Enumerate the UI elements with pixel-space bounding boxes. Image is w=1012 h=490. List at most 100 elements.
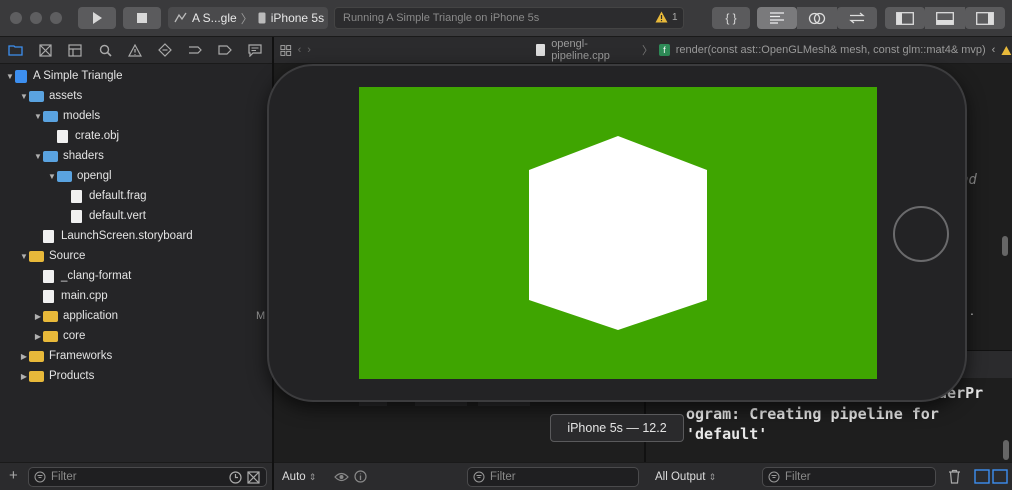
tab-report-navigator[interactable]	[240, 37, 270, 64]
navigator-item[interactable]: ▶ application M	[0, 306, 272, 326]
navigator-item[interactable]: ▼ shaders	[0, 146, 272, 166]
warning-indicator[interactable]: 1	[655, 11, 678, 23]
project-icon	[15, 69, 27, 83]
disclosure-closed-icon[interactable]: ▶	[19, 372, 29, 381]
jumpbar-warning-icon[interactable]	[1001, 45, 1012, 56]
editor-scrollbar-thumb[interactable]	[1002, 236, 1008, 256]
toggle-debug-area-button[interactable]	[925, 7, 965, 29]
navigator-item[interactable]: main.cpp	[0, 286, 272, 306]
navigator-filter-field[interactable]: Filter	[28, 467, 267, 487]
close-window-button[interactable]	[10, 12, 22, 24]
navigator-item[interactable]: ▼ A Simple Triangle	[0, 66, 272, 86]
console-filter-field[interactable]: Filter	[762, 467, 936, 487]
tab-source-control[interactable]	[30, 37, 60, 64]
disclosure-open-icon[interactable]: ▼	[33, 152, 43, 161]
variables-filter-field[interactable]: Filter	[467, 467, 639, 487]
zoom-window-button[interactable]	[50, 12, 62, 24]
tab-find-navigator[interactable]	[90, 37, 120, 64]
jumpbar-file-name[interactable]: opengl-pipeline.cpp	[551, 38, 636, 62]
navigator-item[interactable]: ▶ Products	[0, 366, 272, 386]
iphone-simulator-window	[267, 64, 967, 402]
back-icon[interactable]: ‹	[298, 44, 302, 56]
tab-test-navigator[interactable]	[150, 37, 180, 64]
device-phone-icon	[258, 12, 266, 24]
stop-button[interactable]	[123, 7, 161, 29]
auto-selector[interactable]: Auto ⇕	[282, 471, 316, 483]
eye-icon[interactable]	[334, 471, 349, 483]
filter-icon	[768, 471, 780, 483]
navigator-filter-placeholder: Filter	[51, 471, 77, 483]
jumpbar-back-icon[interactable]: ‹	[992, 44, 996, 56]
show-console-icon[interactable]	[992, 469, 1008, 484]
navigator-item-label: default.frag	[89, 190, 147, 202]
disclosure-open-icon[interactable]: ▼	[19, 92, 29, 101]
info-icon[interactable]	[354, 470, 367, 483]
jumpbar-function-name[interactable]: render(const ast::OpenGLMesh& mesh, cons…	[676, 44, 986, 56]
editor-text-dot: .	[970, 302, 974, 318]
navigator-item-label: core	[63, 330, 86, 342]
navigator-item-label: assets	[49, 90, 83, 102]
assistant-editor-button[interactable]	[797, 7, 837, 29]
forward-icon[interactable]: ›	[307, 44, 311, 56]
file-icon	[43, 289, 54, 303]
console-line: ogram: Creating pipeline for	[686, 405, 939, 423]
disclosure-open-icon[interactable]: ▼	[33, 112, 43, 121]
show-variables-icon[interactable]	[974, 469, 990, 484]
group-folder-icon	[29, 350, 44, 362]
folder-icon	[43, 150, 58, 162]
scheme-selector[interactable]: A S...gle 〉 iPhone 5s	[168, 7, 328, 29]
home-button[interactable]	[893, 206, 949, 262]
navigator-item[interactable]: ▼ Source	[0, 246, 272, 266]
navigator-item[interactable]: LaunchScreen.storyboard	[0, 226, 272, 246]
code-review-button[interactable]: { }	[712, 7, 750, 29]
folder-icon	[43, 110, 58, 122]
navigator-item[interactable]: ▶ core	[0, 326, 272, 346]
navigator-item[interactable]: ▼ opengl	[0, 166, 272, 186]
left-panel-icon	[896, 11, 914, 25]
recent-files-icon[interactable]	[229, 471, 242, 484]
source-editor[interactable]: nd .	[960, 64, 1012, 349]
folder-icon	[57, 170, 72, 182]
navigator-item[interactable]: ▼ models	[0, 106, 272, 126]
warning-icon	[655, 11, 668, 23]
version-editor-button[interactable]	[837, 7, 877, 29]
navigator-item-label: opengl	[77, 170, 112, 182]
activity-text: Running A Simple Triangle on iPhone 5s	[343, 12, 540, 24]
breakpoint-icon	[218, 45, 232, 55]
tab-debug-navigator[interactable]	[180, 37, 210, 64]
warning-outline-icon	[128, 43, 142, 57]
trash-icon[interactable]	[948, 469, 961, 484]
minimize-window-button[interactable]	[30, 12, 42, 24]
source-control-filter-icon[interactable]	[247, 471, 260, 484]
folder-outline-icon	[7, 45, 23, 56]
toggle-navigator-button[interactable]	[885, 7, 925, 29]
standard-editor-button[interactable]	[757, 7, 797, 29]
navigator-item[interactable]: ▶ Frameworks	[0, 346, 272, 366]
tab-breakpoint-navigator[interactable]	[210, 37, 240, 64]
toggle-inspector-button[interactable]	[965, 7, 1005, 29]
chevron-updown-icon: ⇕	[708, 472, 717, 482]
disclosure-open-icon[interactable]: ▼	[47, 172, 57, 181]
disclosure-closed-icon[interactable]: ▶	[19, 352, 29, 361]
navigator-item[interactable]: _clang-format	[0, 266, 272, 286]
add-icon[interactable]: +	[9, 467, 18, 484]
disclosure-closed-icon[interactable]: ▶	[33, 312, 43, 321]
navigator-item[interactable]: default.vert	[0, 206, 272, 226]
console-scrollbar-thumb[interactable]	[1003, 440, 1009, 460]
simulator-screen[interactable]	[359, 87, 877, 379]
tab-issue-navigator[interactable]	[120, 37, 150, 64]
navigator-item[interactable]: crate.obj	[0, 126, 272, 146]
disclosure-open-icon[interactable]: ▼	[19, 252, 29, 261]
related-items-icon[interactable]	[280, 44, 292, 57]
output-selector[interactable]: All Output ⇕	[655, 471, 716, 483]
disclosure-open-icon[interactable]: ▼	[5, 72, 15, 81]
tab-symbol-navigator[interactable]	[60, 37, 90, 64]
navigator-item[interactable]: default.frag	[0, 186, 272, 206]
project-navigator: ▼ A Simple Triangle ▼ assets ▼ models crate.ob…	[0, 64, 272, 462]
disclosure-closed-icon[interactable]: ▶	[33, 332, 43, 341]
cpp-file-icon	[536, 44, 546, 56]
navigator-item[interactable]: ▼ assets	[0, 86, 272, 106]
run-button[interactable]	[78, 7, 116, 29]
console-filter-placeholder: Filter	[785, 471, 811, 483]
tab-project-navigator[interactable]	[0, 37, 30, 64]
